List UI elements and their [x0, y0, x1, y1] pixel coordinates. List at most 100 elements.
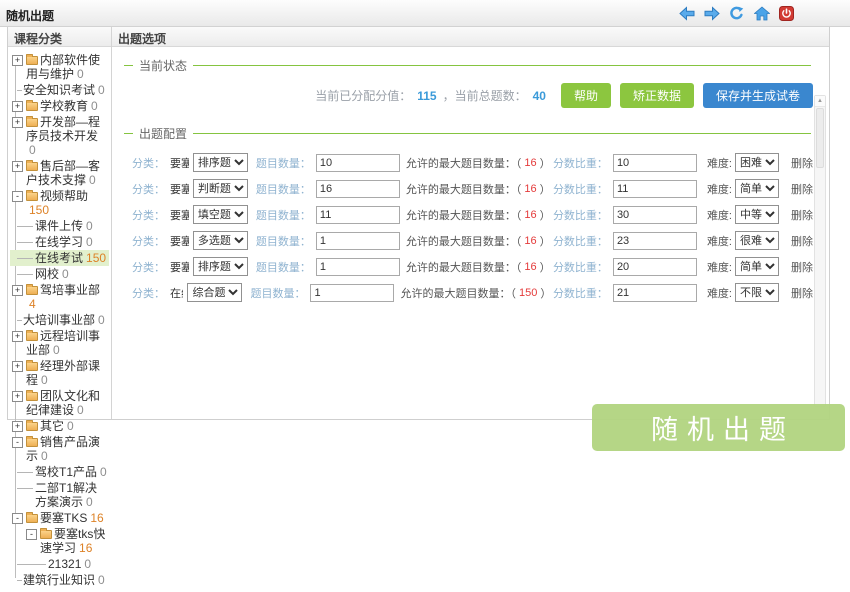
- tree-item[interactable]: - 销售产品演示0: [10, 434, 109, 464]
- tree-expander-icon[interactable]: +: [12, 161, 23, 172]
- scroll-up-icon[interactable]: ▲: [815, 96, 825, 107]
- question-type-select[interactable]: 排序题: [193, 153, 248, 172]
- tree-item-label[interactable]: 课件上传: [35, 219, 83, 233]
- tree-expander-icon[interactable]: +: [12, 361, 23, 372]
- question-count-input[interactable]: [310, 284, 394, 302]
- question-type-select[interactable]: 排序题: [193, 257, 248, 276]
- tree-item[interactable]: - 要塞TKS16: [10, 510, 109, 526]
- tree-item[interactable]: - 要塞tks快速学习16: [10, 526, 109, 556]
- question-type-select[interactable]: 综合题: [187, 283, 242, 302]
- difficulty-select[interactable]: 中等: [735, 205, 779, 224]
- tree-expander-icon[interactable]: -: [12, 437, 23, 448]
- score-weight-input[interactable]: [613, 206, 697, 224]
- tree-item-label[interactable]: 21321: [48, 557, 81, 571]
- tree-item[interactable]: + 内部软件使用与维护0: [10, 52, 109, 82]
- question-count-input[interactable]: [316, 206, 400, 224]
- tree-item-count: 0: [77, 403, 84, 417]
- score-weight-input[interactable]: [613, 258, 697, 276]
- delete-link[interactable]: 删除: [791, 155, 813, 171]
- tree-item-label[interactable]: 视频帮助: [40, 189, 88, 203]
- question-count-input[interactable]: [316, 154, 400, 172]
- tree-item-label[interactable]: 建筑行业知识: [23, 573, 95, 587]
- max-count-prefix: 允许的最大题目数量：（: [406, 155, 522, 171]
- difficulty-select[interactable]: 不限: [735, 283, 779, 302]
- delete-link[interactable]: 删除: [791, 233, 813, 249]
- tree-item[interactable]: - 视频帮助150: [10, 188, 109, 218]
- forward-icon[interactable]: [704, 6, 720, 21]
- tree-expander-icon[interactable]: +: [12, 331, 23, 342]
- question-count-input[interactable]: [316, 232, 400, 250]
- fix-data-button[interactable]: 矫正数据: [620, 83, 694, 108]
- delete-link[interactable]: 删除: [791, 259, 813, 275]
- tree-item[interactable]: 在线学习0: [10, 234, 109, 250]
- tree-item[interactable]: + 团队文化和纪律建设0: [10, 388, 109, 418]
- score-weight-input[interactable]: [613, 154, 697, 172]
- tree-expander-icon[interactable]: +: [12, 285, 23, 296]
- tree-item-label[interactable]: 安全知识考试: [23, 83, 95, 97]
- vertical-scrollbar[interactable]: ▲: [814, 95, 826, 407]
- score-weight-input[interactable]: [613, 232, 697, 250]
- question-type-select[interactable]: 判断题: [193, 179, 248, 198]
- back-icon[interactable]: [679, 6, 695, 21]
- tree-item-label[interactable]: 学校教育: [40, 99, 88, 113]
- score-weight-input[interactable]: [613, 284, 697, 302]
- tree-expander-icon[interactable]: -: [26, 529, 37, 540]
- tree-item-label[interactable]: 网校: [35, 267, 59, 281]
- folder-icon: [26, 286, 38, 295]
- score-weight-input[interactable]: [613, 180, 697, 198]
- delete-link[interactable]: 删除: [791, 207, 813, 223]
- tree-expander-icon[interactable]: +: [12, 391, 23, 402]
- tree-item[interactable]: + 驾培事业部4: [10, 282, 109, 312]
- tree-expander-icon[interactable]: +: [12, 55, 23, 66]
- tree-item[interactable]: + 售后部—客户技术支撑0: [10, 158, 109, 188]
- tree-item-label[interactable]: 在线学习: [35, 235, 83, 249]
- difficulty-select[interactable]: 很难: [735, 231, 779, 250]
- max-count-value: 16: [524, 209, 536, 221]
- scrollbar-thumb[interactable]: [816, 108, 824, 168]
- difficulty-select[interactable]: 困难: [735, 153, 779, 172]
- logout-icon[interactable]: [779, 6, 795, 21]
- tree-item[interactable]: 网校0: [10, 266, 109, 282]
- tree-expander-icon[interactable]: -: [12, 191, 23, 202]
- question-count-input[interactable]: [316, 180, 400, 198]
- tree-item[interactable]: + 学校教育0: [10, 98, 109, 114]
- tree-item[interactable]: 二部T1解决方案演示0: [10, 480, 109, 510]
- tree-item[interactable]: 驾校T1产品0: [10, 464, 109, 480]
- tree-expander-icon[interactable]: -: [12, 513, 23, 524]
- delete-link[interactable]: 删除: [791, 181, 813, 197]
- tree-item-label[interactable]: 在线考试: [35, 251, 83, 265]
- tree-expander-icon[interactable]: +: [12, 117, 23, 128]
- tree-item[interactable]: 在线考试150: [10, 250, 109, 266]
- tree-expander-icon[interactable]: +: [12, 421, 23, 432]
- tree-item[interactable]: + 远程培训事业部0: [10, 328, 109, 358]
- tree-expander-icon[interactable]: +: [12, 101, 23, 112]
- question-type-select[interactable]: 多选题: [193, 231, 248, 250]
- tree-item[interactable]: 大培训事业部0: [10, 312, 109, 328]
- question-count-input[interactable]: [316, 258, 400, 276]
- delete-link[interactable]: 删除: [791, 285, 813, 301]
- folder-icon: [26, 422, 38, 431]
- tree-item-label[interactable]: 其它: [40, 419, 64, 433]
- home-icon[interactable]: [754, 6, 770, 21]
- refresh-icon[interactable]: [729, 6, 745, 21]
- question-count-label: 题目数量：: [256, 207, 311, 223]
- tree-item[interactable]: + 开发部—程序员技术开发0: [10, 114, 109, 158]
- tree-item-label[interactable]: 驾培事业部: [40, 283, 100, 297]
- question-type-select[interactable]: 填空题: [193, 205, 248, 224]
- help-button[interactable]: 帮助: [561, 83, 611, 108]
- question-count-label: 题目数量：: [250, 285, 305, 301]
- tree-item-label[interactable]: 驾校T1产品: [35, 465, 97, 479]
- tree-item[interactable]: 建筑行业知识0: [10, 572, 109, 588]
- tree-item-label[interactable]: 大培训事业部: [23, 313, 95, 327]
- save-generate-button[interactable]: 保存并生成试卷: [703, 83, 813, 108]
- difficulty-select[interactable]: 简单: [735, 257, 779, 276]
- question-options-panel: 出题选项 当前状态 当前已分配分值： 115 ，当前总题数： 40 帮助矫正数据…: [112, 27, 829, 419]
- difficulty-select[interactable]: 简单: [735, 179, 779, 198]
- tree-item-label[interactable]: 要塞TKS: [40, 511, 87, 525]
- tree-item[interactable]: 213210: [10, 556, 109, 572]
- tree-item[interactable]: + 经理外部课程0: [10, 358, 109, 388]
- tree-item-count: 16: [79, 541, 92, 555]
- tree-item[interactable]: 安全知识考试0: [10, 82, 109, 98]
- tree-item[interactable]: 课件上传0: [10, 218, 109, 234]
- tree-item[interactable]: + 其它0: [10, 418, 109, 434]
